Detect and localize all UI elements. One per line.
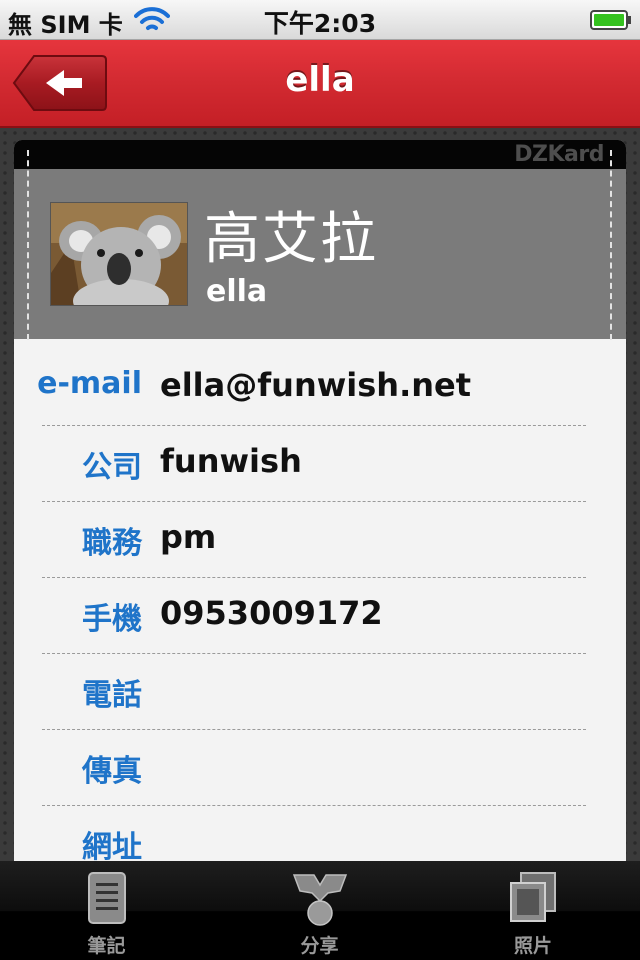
tab-bar: 筆記 分享 照片 <box>0 861 640 960</box>
tab-label: 照片 <box>513 935 552 957</box>
tab-notes[interactable]: 筆記 <box>0 861 213 960</box>
company-value: funwish <box>160 442 302 480</box>
field-label: e-mail <box>37 366 142 401</box>
field-label: 網址 <box>82 830 142 861</box>
field-row-phone[interactable]: 電話 <box>14 654 626 730</box>
battery-icon <box>590 10 631 30</box>
field-row-title[interactable]: 職務 pm <box>14 502 626 578</box>
job-title-value: pm <box>160 518 217 556</box>
status-time: 下午2:03 <box>263 9 377 38</box>
field-label: 手機 <box>82 602 142 637</box>
status-bar: 無 SIM 卡 下午2:03 <box>0 0 640 40</box>
field-row-mobile[interactable]: 手機 0953009172 <box>14 578 626 654</box>
back-button[interactable] <box>12 54 108 112</box>
avatar[interactable] <box>50 202 188 306</box>
contact-fields: e-mail ella@funwish.net 公司 funwish 職務 pm… <box>14 350 626 861</box>
content-area: DZKard 高艾拉 ella e-mail ella@funwish.net … <box>0 128 640 861</box>
stitch-line-left <box>27 150 29 340</box>
notes-icon <box>87 872 126 924</box>
contact-name: 高艾拉 <box>204 207 378 272</box>
field-row-website[interactable]: 網址 <box>14 806 626 861</box>
field-label: 職務 <box>82 526 142 561</box>
field-row-fax[interactable]: 傳真 <box>14 730 626 806</box>
mobile-value[interactable]: 0953009172 <box>160 594 383 632</box>
koala-photo <box>51 203 187 305</box>
nav-bar: ella <box>0 40 640 128</box>
tab-photos[interactable]: 照片 <box>426 861 640 960</box>
email-value[interactable]: ella@funwish.net <box>160 366 471 404</box>
photos-icon <box>510 872 556 922</box>
tab-share[interactable]: 分享 <box>213 861 426 960</box>
business-card: DZKard 高艾拉 ella e-mail ella@funwish.net … <box>14 140 626 861</box>
stitch-line-right <box>610 150 612 340</box>
share-icon <box>292 874 347 926</box>
field-row-company[interactable]: 公司 funwish <box>14 426 626 502</box>
nav-title: ella <box>285 60 355 100</box>
contact-nickname: ella <box>206 274 268 309</box>
field-label: 公司 <box>82 450 142 485</box>
brand-label: DZKard <box>514 142 604 167</box>
field-label: 電話 <box>82 678 142 713</box>
tab-label: 筆記 <box>87 935 126 957</box>
tab-label: 分享 <box>300 935 339 957</box>
card-top-bar: DZKard <box>14 140 626 169</box>
field-row-email[interactable]: e-mail ella@funwish.net <box>14 350 626 426</box>
field-label: 傳真 <box>82 754 142 789</box>
